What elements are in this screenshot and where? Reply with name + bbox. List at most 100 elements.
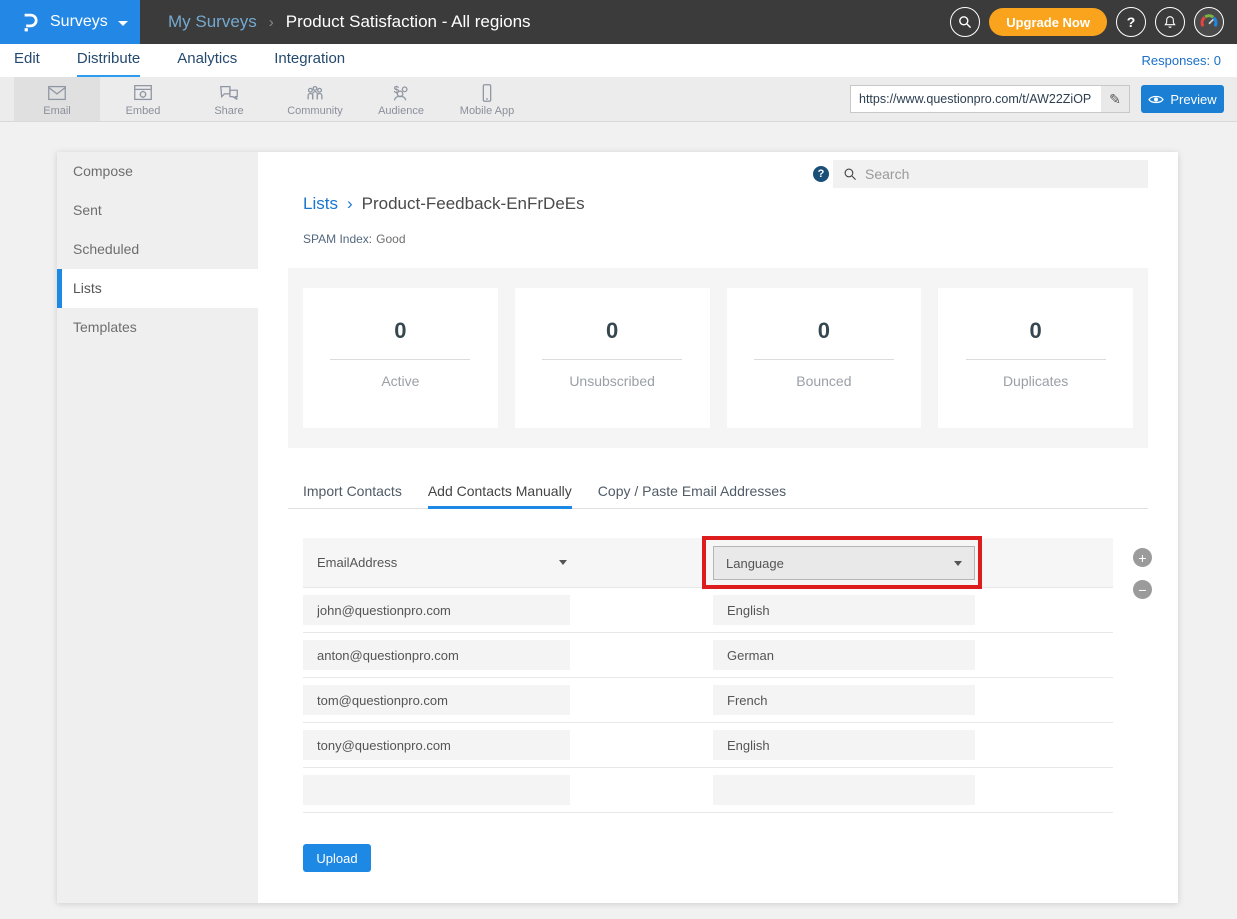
search-icon	[843, 167, 857, 181]
email-icon	[45, 82, 69, 104]
community-icon	[303, 82, 327, 104]
channel-mobile-app[interactable]: Mobile App	[444, 77, 530, 121]
channel-label: Share	[214, 105, 243, 117]
sidebar-item-sent[interactable]: Sent	[57, 191, 258, 230]
email-sidebar: Compose Sent Scheduled Lists Templates	[57, 152, 258, 903]
divider	[966, 359, 1106, 360]
sidebar-item-templates[interactable]: Templates	[57, 308, 258, 347]
notifications-button[interactable]	[1155, 7, 1185, 37]
email-input[interactable]	[303, 595, 570, 625]
tab-edit[interactable]: Edit	[14, 44, 40, 77]
list-name: Product-Feedback-EnFrDeEs	[362, 194, 585, 213]
sidebar-item-lists[interactable]: Lists	[57, 269, 258, 308]
tab-copy-paste-email-addresses[interactable]: Copy / Paste Email Addresses	[598, 480, 786, 509]
stat-value: 0	[394, 318, 406, 344]
email-column-value: EmailAddress	[317, 555, 397, 570]
table-row	[303, 768, 1113, 813]
breadcrumb-separator: ›	[269, 14, 274, 31]
stat-value: 0	[818, 318, 830, 344]
channel-label: Mobile App	[460, 105, 514, 117]
upload-button[interactable]: Upload	[303, 844, 371, 872]
contacts-table: EmailAddress Language	[303, 538, 1113, 813]
email-input[interactable]	[303, 775, 570, 805]
help-icon[interactable]: ?	[813, 166, 829, 182]
chevron-down-icon	[118, 21, 128, 26]
product-label: Surveys	[50, 13, 108, 31]
stat-card-unsubscribed: 0 Unsubscribed	[515, 288, 710, 428]
tab-distribute[interactable]: Distribute	[77, 44, 140, 77]
distribute-toolbar: Email Embed Share Community $ Audience	[0, 77, 1237, 122]
spam-index: SPAM Index:Good	[303, 232, 406, 246]
survey-url-input[interactable]	[851, 86, 1101, 112]
table-row	[303, 723, 1113, 768]
chevron-down-icon	[954, 561, 962, 566]
app-switcher[interactable]: Surveys	[0, 0, 140, 44]
avatar-gauge-icon	[1197, 10, 1221, 34]
preview-button[interactable]: Preview	[1141, 85, 1224, 113]
divider	[330, 359, 470, 360]
breadcrumb-separator: ›	[347, 194, 353, 213]
stat-label: Bounced	[796, 373, 851, 389]
tab-add-contacts-manually[interactable]: Add Contacts Manually	[428, 480, 572, 509]
pencil-icon: ✎	[1109, 91, 1121, 108]
add-row-button[interactable]: +	[1133, 548, 1152, 567]
divider	[542, 359, 682, 360]
email-input[interactable]	[303, 730, 570, 760]
language-input[interactable]	[713, 775, 975, 805]
channel-audience[interactable]: $ Audience	[358, 77, 444, 121]
channel-community[interactable]: Community	[272, 77, 358, 121]
channel-share[interactable]: Share	[186, 77, 272, 121]
upgrade-now-button[interactable]: Upgrade Now	[989, 8, 1107, 36]
email-column-select[interactable]: EmailAddress	[317, 555, 567, 570]
channel-embed[interactable]: Embed	[100, 77, 186, 121]
tab-integration[interactable]: Integration	[274, 44, 345, 77]
audience-icon: $	[389, 82, 413, 104]
user-avatar[interactable]	[1194, 7, 1224, 37]
email-input[interactable]	[303, 685, 570, 715]
language-input[interactable]	[713, 685, 975, 715]
help-button[interactable]: ?	[1116, 7, 1146, 37]
email-input[interactable]	[303, 640, 570, 670]
lists-panel: Compose Sent Scheduled Lists Templates ?…	[57, 152, 1178, 903]
survey-title: Product Satisfaction - All regions	[286, 12, 531, 32]
remove-row-button[interactable]: −	[1133, 580, 1152, 599]
breadcrumb: My Surveys › Product Satisfaction - All …	[168, 12, 531, 32]
edit-url-button[interactable]: ✎	[1101, 86, 1129, 112]
survey-nav: Edit Distribute Analytics Integration Re…	[0, 44, 1237, 77]
search-input[interactable]	[865, 166, 1138, 182]
stat-card-duplicates: 0 Duplicates	[938, 288, 1133, 428]
list-stats: 0 Active 0 Unsubscribed 0 Bounced 0 Dupl…	[288, 268, 1148, 448]
channel-email[interactable]: Email	[14, 77, 100, 121]
language-input[interactable]	[713, 730, 975, 760]
spam-index-label: SPAM Index:	[303, 232, 372, 246]
search-icon	[957, 14, 973, 30]
stat-card-active: 0 Active	[303, 288, 498, 428]
table-row	[303, 588, 1113, 633]
table-row	[303, 633, 1113, 678]
contacts-table-header: EmailAddress Language	[303, 538, 1113, 588]
language-column-select[interactable]: Language	[713, 546, 975, 580]
top-header: Surveys My Surveys › Product Satisfactio…	[0, 0, 1237, 44]
contacts-tabs: Import Contacts Add Contacts Manually Co…	[288, 480, 1148, 509]
divider	[754, 359, 894, 360]
questionpro-logo-icon	[20, 9, 40, 35]
chevron-down-icon	[559, 560, 567, 565]
channel-label: Community	[287, 105, 343, 117]
channel-label: Email	[43, 105, 71, 117]
search-button[interactable]	[950, 7, 980, 37]
svg-text:$: $	[394, 85, 400, 96]
sidebar-item-compose[interactable]: Compose	[57, 152, 258, 191]
my-surveys-link[interactable]: My Surveys	[168, 12, 257, 32]
language-input[interactable]	[713, 595, 975, 625]
header-actions: Upgrade Now ?	[950, 7, 1224, 37]
eye-icon	[1148, 94, 1164, 105]
lists-breadcrumb-link[interactable]: Lists	[303, 194, 338, 213]
mobile-app-icon	[475, 82, 499, 104]
sidebar-item-scheduled[interactable]: Scheduled	[57, 230, 258, 269]
bell-icon	[1162, 14, 1178, 30]
stat-label: Duplicates	[1003, 373, 1068, 389]
tab-analytics[interactable]: Analytics	[177, 44, 237, 77]
tab-import-contacts[interactable]: Import Contacts	[303, 480, 402, 509]
language-input[interactable]	[713, 640, 975, 670]
channel-label: Embed	[126, 105, 161, 117]
